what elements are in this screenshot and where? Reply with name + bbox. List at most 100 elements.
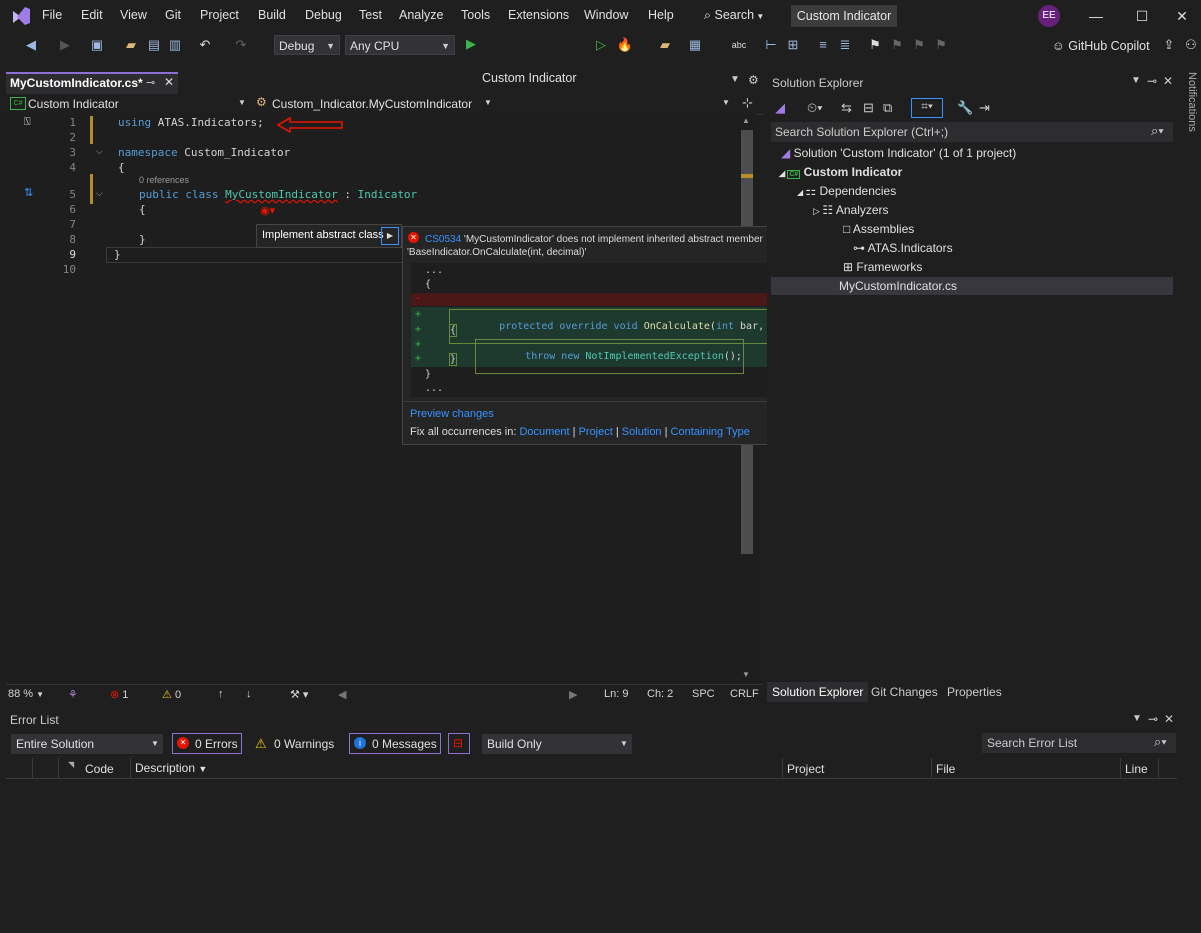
column-header-code[interactable]: Code [85, 762, 114, 776]
menu-file[interactable]: File [42, 8, 62, 22]
warnings-filter-button[interactable]: ⚠ 0 Warnings [252, 733, 342, 754]
redo-icon[interactable]: ↷ [232, 36, 250, 54]
show-all-files-icon[interactable]: ⧉ [883, 100, 892, 116]
column-header-description[interactable]: Description ▼ [135, 761, 207, 775]
panel-options-icon[interactable]: ▼ [1132, 713, 1142, 724]
spell-check-icon[interactable]: abc [730, 36, 748, 54]
error-list-search-input[interactable]: Search Error List [987, 736, 1077, 750]
preview-changes-link[interactable]: Preview changes [410, 408, 494, 420]
navigate-back-icon[interactable]: ◀ [22, 36, 40, 54]
menu-edit[interactable]: Edit [81, 8, 103, 22]
tree-file-node[interactable]: MyCustomIndicator.cs [839, 279, 957, 293]
column-header-line[interactable]: Line [1125, 762, 1148, 776]
tab-overflow-icon[interactable]: ▼ [730, 74, 740, 85]
menu-build[interactable]: Build [258, 8, 286, 22]
tree-frameworks-node[interactable]: ⊞ Frameworks [843, 260, 922, 274]
tree-analyzers-node[interactable]: ▷ ☷ Analyzers [813, 203, 889, 217]
pin-icon[interactable]: ⊸ [1148, 712, 1158, 726]
column-header-project[interactable]: Project [787, 762, 824, 776]
tree-file-selected-row[interactable] [771, 277, 1173, 295]
close-tab-icon[interactable]: ✕ [164, 75, 174, 89]
save-all-icon[interactable]: ▥ [166, 36, 184, 54]
avatar[interactable]: EE [1038, 5, 1060, 27]
folder-browse-icon[interactable]: ▰ [656, 36, 674, 54]
preview-selected-icon[interactable]: ⇥ [979, 100, 990, 116]
solution-name-badge[interactable]: Custom Indicator [791, 5, 897, 27]
quick-fix-lightbulb-icon[interactable]: ◉▾ [260, 204, 275, 217]
implement-abstract-class-item[interactable]: Implement abstract class [262, 229, 384, 241]
close-icon[interactable]: ✕ [1172, 6, 1192, 26]
type-scope-dropdown[interactable]: ⚙ Custom_Indicator.MyCustomIndicator ▼ [254, 94, 498, 113]
project-scope-dropdown[interactable]: C# Custom Indicator ▼ [6, 94, 250, 113]
bookmark-icon[interactable]: ⚑ [866, 36, 884, 54]
line-ending-mode[interactable]: CRLF [730, 688, 759, 700]
scroll-down-icon[interactable]: ▼ [742, 670, 750, 679]
column-position[interactable]: Ch: 2 [647, 688, 673, 700]
quick-action-lightbulb-icon[interactable]: ⍂ [24, 116, 31, 129]
bookmark-next-icon[interactable]: ⚑ [910, 36, 928, 54]
inheritance-margin-icon[interactable]: ⇅ [24, 186, 33, 199]
fix-project-link[interactable]: Project [579, 426, 613, 438]
error-list-search-box[interactable]: Search Error List ⌕▾ [982, 733, 1176, 753]
build-filter-dropdown[interactable]: Build Only ▼ [482, 734, 632, 754]
visual-studio-logo-icon[interactable] [10, 5, 32, 30]
save-icon[interactable]: ▤ [145, 36, 163, 54]
errors-filter-button[interactable]: ✕ 0 Errors [172, 733, 242, 754]
tab-git-changes[interactable]: Git Changes [871, 685, 938, 699]
scroll-up-icon[interactable]: ▲ [742, 116, 750, 125]
search-icon[interactable]: ⌕▾ [1154, 734, 1167, 750]
filter-list-button[interactable]: ⊟ [448, 733, 470, 754]
tree-assemblies-node[interactable]: □ Assemblies [843, 222, 914, 236]
configuration-dropdown[interactable]: Debug ▼ [274, 35, 340, 55]
whitespace-mode[interactable]: SPC [692, 688, 715, 700]
menu-project[interactable]: Project [200, 8, 239, 22]
editor-settings-icon[interactable]: ⚙ [748, 73, 759, 87]
properties-icon[interactable]: 🔧 [957, 100, 973, 116]
panel-options-icon[interactable]: ▼ [1131, 75, 1141, 86]
collapse-all-icon[interactable]: ⊟ [863, 100, 874, 116]
messages-filter-button[interactable]: i 0 Messages [349, 733, 441, 754]
codelens-references[interactable]: 0 references [139, 175, 189, 185]
menu-extensions[interactable]: Extensions [508, 8, 569, 22]
code-cleanup-icon[interactable]: ⚒ ▾ [290, 688, 308, 701]
previous-issue-icon[interactable]: ↑ [218, 688, 224, 700]
breakpoint-icon[interactable]: ⊢ [762, 36, 780, 54]
search-icon[interactable]: ⌕▾ [1151, 123, 1164, 139]
tree-dependencies-node[interactable]: ◢ ⚏ Dependencies [797, 184, 896, 198]
tab-properties[interactable]: Properties [947, 685, 1002, 699]
error-code-link[interactable]: CS0534 [425, 234, 461, 245]
warning-count-indicator[interactable]: ⚠ 0 [162, 688, 181, 701]
intellicode-icon[interactable]: ⚘ [68, 688, 78, 701]
menu-debug[interactable]: Debug [305, 8, 342, 22]
github-copilot-button[interactable]: ☺ GitHub Copilot [1052, 39, 1150, 53]
fix-document-link[interactable]: Document [519, 426, 569, 438]
solution-search-box[interactable]: Search Solution Explorer (Ctrl+;) ⌕▾ [771, 122, 1173, 142]
sync-icon[interactable]: ⇆ [841, 100, 852, 116]
bookmark-prev-icon[interactable]: ⚑ [888, 36, 906, 54]
notifications-side-tab[interactable]: Notifications [1186, 72, 1198, 132]
pin-icon[interactable]: ⊸ [146, 76, 155, 89]
collapse-class-icon[interactable]: ⌵ [96, 188, 103, 199]
user-icon[interactable]: ⚇ [1182, 36, 1200, 54]
scroll-right-icon[interactable]: ▶ [569, 688, 577, 701]
line-position[interactable]: Ln: 9 [604, 688, 628, 700]
minimize-icon[interactable]: — [1086, 6, 1106, 26]
navigate-forward-icon[interactable]: ▶ [56, 36, 74, 54]
history-icon[interactable]: ⏲▾ [807, 100, 823, 116]
bookmark-clear-icon[interactable]: ⚑ [932, 36, 950, 54]
start-debug-button[interactable]: Custom Indicator [482, 71, 576, 85]
tree-solution-node[interactable]: ◢ Solution 'Custom Indicator' (1 of 1 pr… [781, 146, 1016, 160]
hot-reload-icon[interactable]: 🔥 [616, 36, 634, 54]
tree-atas-indicators-node[interactable]: ⊶ ATAS.Indicators [853, 241, 953, 255]
zoom-level-dropdown[interactable]: 88 % ▼ [8, 688, 44, 700]
share-icon[interactable]: ⇪ [1160, 36, 1178, 54]
start-icon[interactable]: ▶ [462, 35, 480, 53]
undo-icon[interactable]: ↶ [196, 36, 214, 54]
window-layout-icon[interactable]: ▦ [686, 36, 704, 54]
column-header-file[interactable]: File [936, 762, 955, 776]
tab-solution-explorer[interactable]: Solution Explorer [767, 682, 869, 702]
menu-window[interactable]: Window [584, 8, 628, 22]
menu-analyze[interactable]: Analyze [399, 8, 443, 22]
new-project-icon[interactable]: ▣ [88, 36, 106, 54]
start-without-debug-icon[interactable]: ▷ [592, 36, 610, 54]
